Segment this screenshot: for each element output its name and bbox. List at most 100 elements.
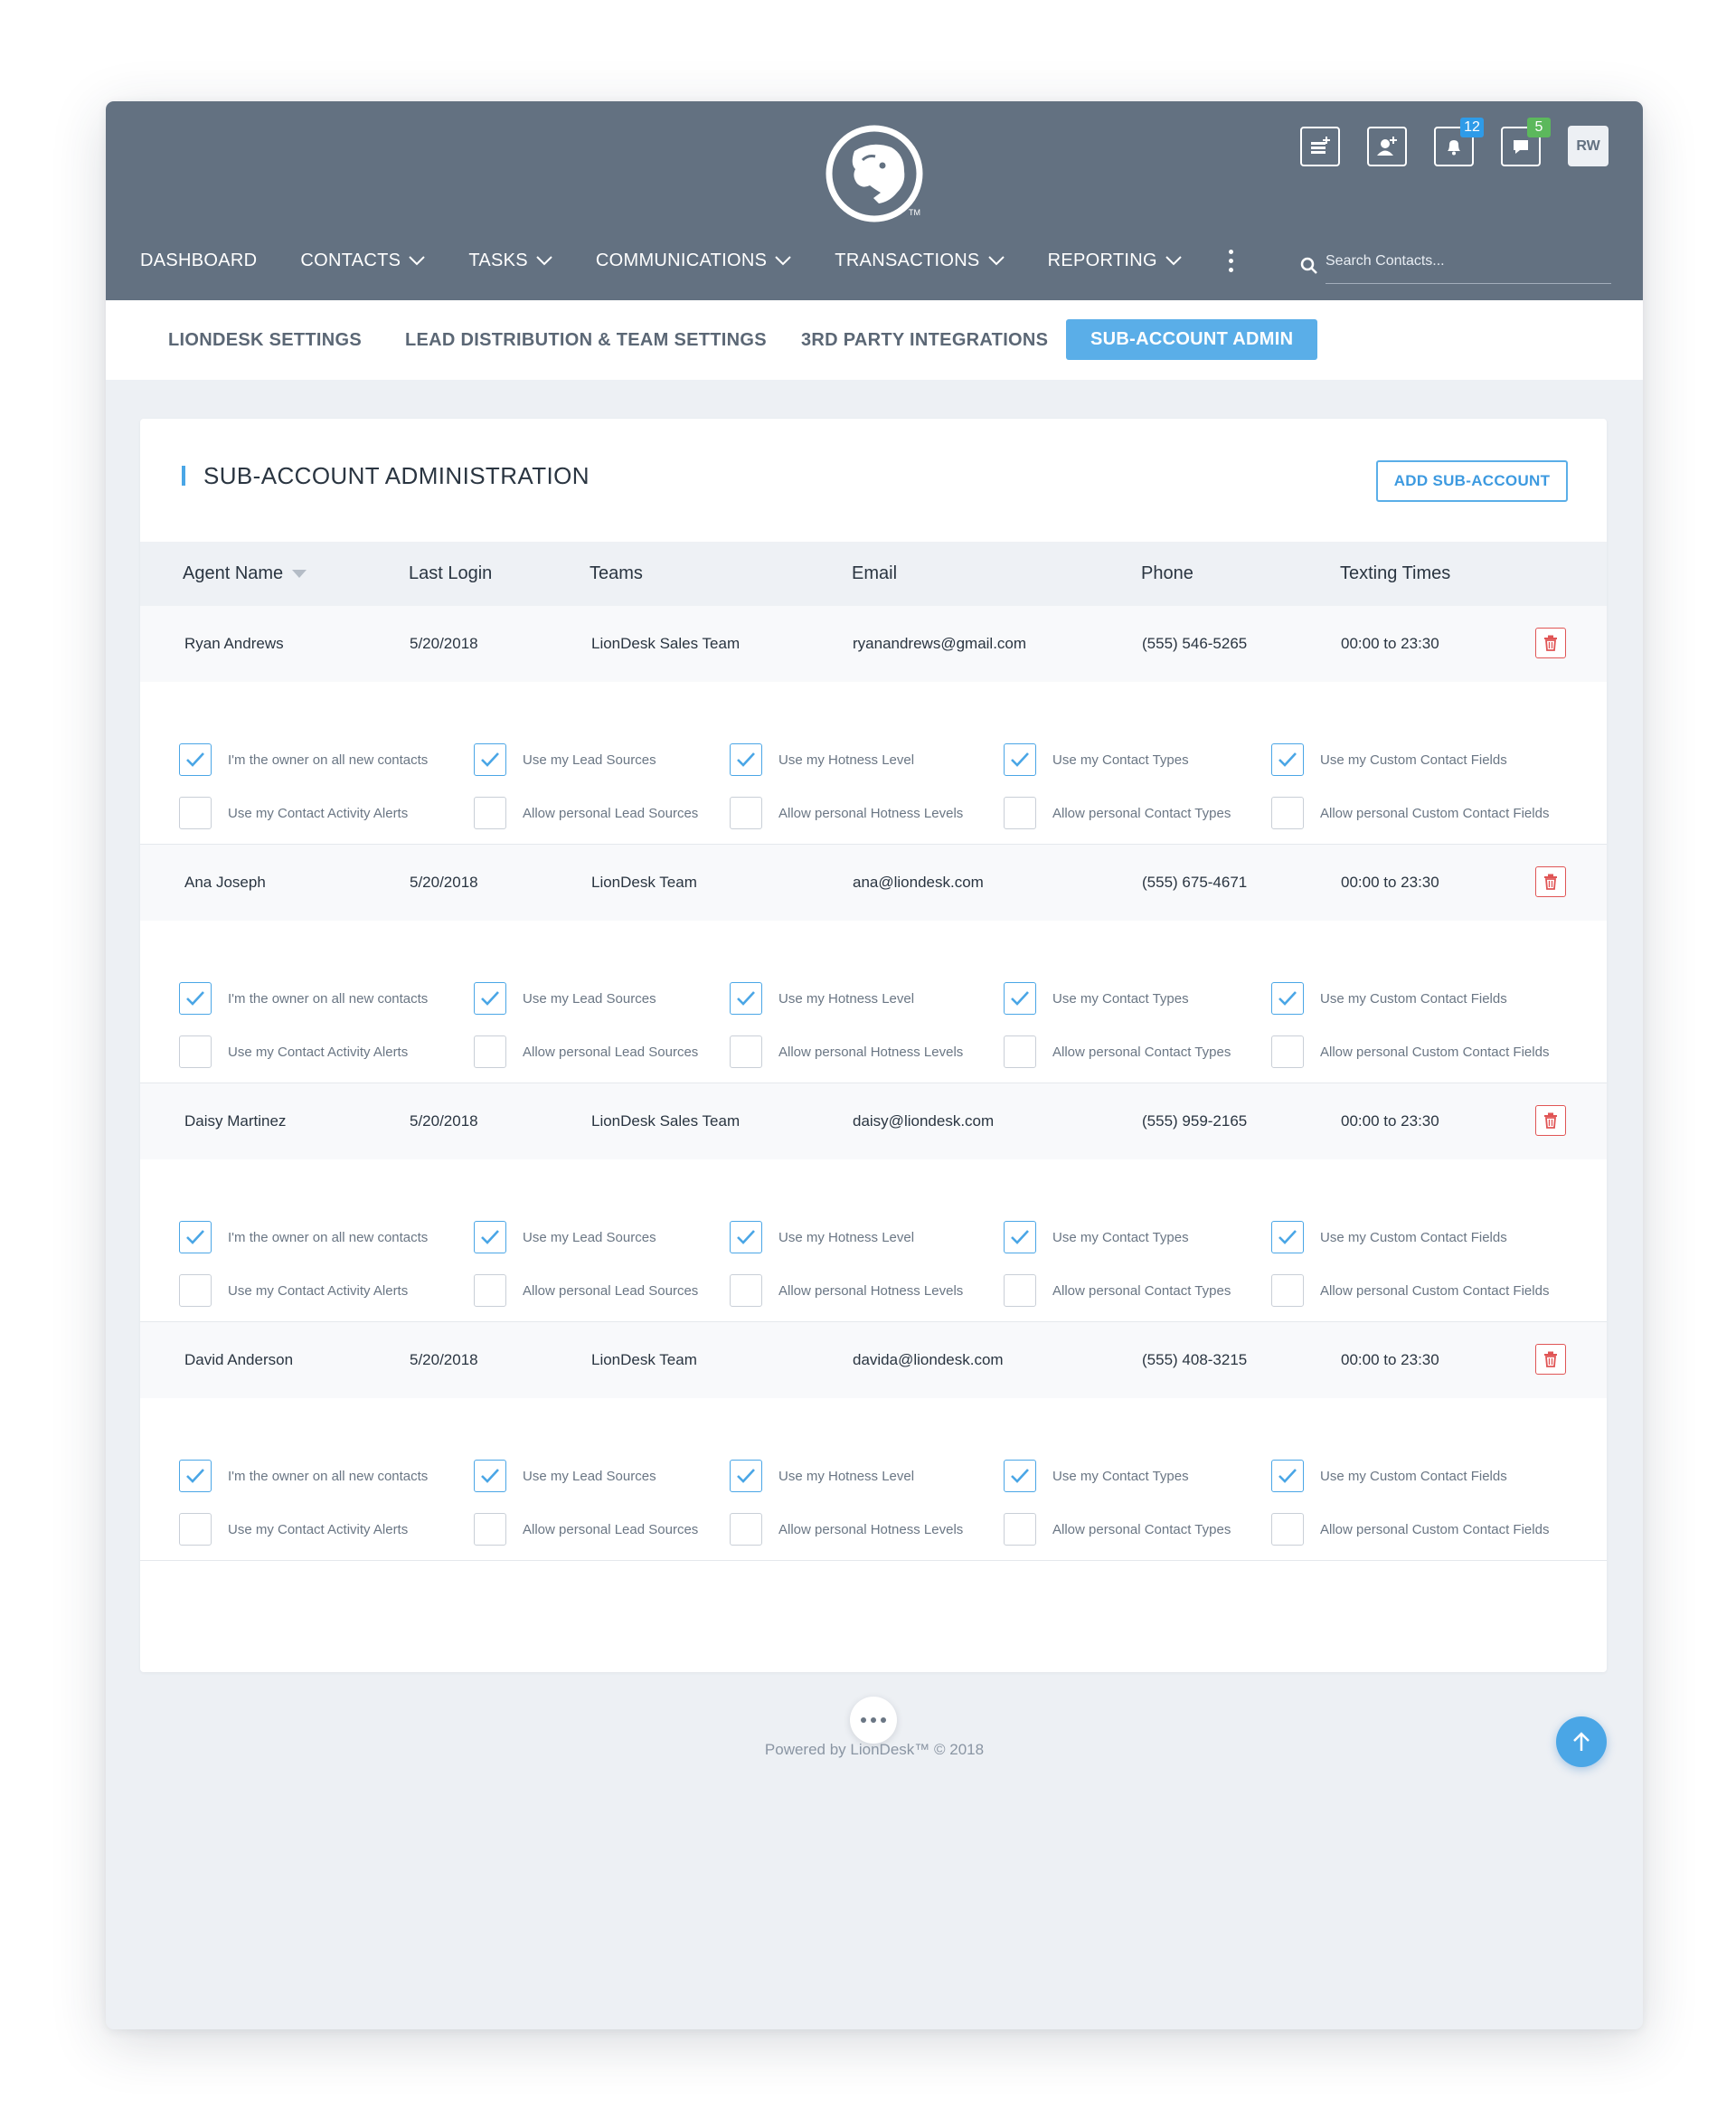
checkbox[interactable] bbox=[1271, 982, 1304, 1015]
delete-agent-button[interactable] bbox=[1535, 866, 1566, 897]
scroll-to-top-button[interactable] bbox=[1556, 1716, 1607, 1767]
option-use-lead-sources[interactable]: Use my Lead Sources bbox=[474, 743, 656, 776]
checkbox[interactable] bbox=[730, 797, 762, 829]
checkbox[interactable] bbox=[730, 1035, 762, 1068]
table-row[interactable]: Ana Joseph 5/20/2018 LionDesk Team ana@l… bbox=[140, 845, 1607, 921]
table-row[interactable]: David Anderson 5/20/2018 LionDesk Team d… bbox=[140, 1322, 1607, 1398]
option-use-contact-types[interactable]: Use my Contact Types bbox=[1004, 982, 1189, 1015]
checkbox[interactable] bbox=[1004, 1035, 1036, 1068]
option-allow-custom-fields[interactable]: Allow personal Custom Contact Fields bbox=[1271, 1513, 1549, 1546]
option-allow-hotness-levels[interactable]: Allow personal Hotness Levels bbox=[730, 797, 963, 829]
load-more-button[interactable] bbox=[850, 1697, 897, 1744]
checkbox[interactable] bbox=[1004, 1460, 1036, 1492]
checkbox[interactable] bbox=[1004, 1513, 1036, 1546]
checkbox[interactable] bbox=[730, 1274, 762, 1307]
option-allow-custom-fields[interactable]: Allow personal Custom Contact Fields bbox=[1271, 1274, 1549, 1307]
option-allow-hotness-levels[interactable]: Allow personal Hotness Levels bbox=[730, 1513, 963, 1546]
checkbox[interactable] bbox=[1004, 982, 1036, 1015]
checkbox[interactable] bbox=[730, 1513, 762, 1546]
delete-agent-button[interactable] bbox=[1535, 1105, 1566, 1136]
option-use-contact-types[interactable]: Use my Contact Types bbox=[1004, 743, 1189, 776]
checkbox[interactable] bbox=[179, 797, 212, 829]
option-allow-lead-sources[interactable]: Allow personal Lead Sources bbox=[474, 1274, 698, 1307]
checkbox[interactable] bbox=[730, 1221, 762, 1253]
checkbox[interactable] bbox=[730, 743, 762, 776]
option-use-contact-types[interactable]: Use my Contact Types bbox=[1004, 1221, 1189, 1253]
nav-tasks[interactable]: TASKS bbox=[468, 251, 552, 271]
checkbox[interactable] bbox=[474, 1513, 506, 1546]
checkbox[interactable] bbox=[179, 982, 212, 1015]
tab-sub-account-admin[interactable]: SUB-ACCOUNT ADMIN bbox=[1066, 319, 1318, 360]
option-use-hotness-level[interactable]: Use my Hotness Level bbox=[730, 1460, 914, 1492]
search-input[interactable] bbox=[1326, 246, 1611, 284]
checkbox[interactable] bbox=[1271, 1221, 1304, 1253]
option-use-activity-alerts[interactable]: Use my Contact Activity Alerts bbox=[179, 1513, 408, 1546]
option-allow-hotness-levels[interactable]: Allow personal Hotness Levels bbox=[730, 1274, 963, 1307]
delete-agent-button[interactable] bbox=[1535, 628, 1566, 658]
option-use-lead-sources[interactable]: Use my Lead Sources bbox=[474, 1221, 656, 1253]
option-use-custom-fields[interactable]: Use my Custom Contact Fields bbox=[1271, 743, 1507, 776]
add-sub-account-button[interactable]: ADD SUB-ACCOUNT bbox=[1376, 460, 1568, 502]
checkbox[interactable] bbox=[1271, 1513, 1304, 1546]
checkbox[interactable] bbox=[179, 1221, 212, 1253]
nav-reporting[interactable]: REPORTING bbox=[1048, 251, 1182, 271]
checkbox[interactable] bbox=[1271, 743, 1304, 776]
nav-communications[interactable]: COMMUNICATIONS bbox=[596, 251, 792, 271]
option-allow-lead-sources[interactable]: Allow personal Lead Sources bbox=[474, 1513, 698, 1546]
option-use-hotness-level[interactable]: Use my Hotness Level bbox=[730, 982, 914, 1015]
checkbox[interactable] bbox=[1004, 1221, 1036, 1253]
checkbox[interactable] bbox=[179, 1035, 212, 1068]
option-allow-lead-sources[interactable]: Allow personal Lead Sources bbox=[474, 1035, 698, 1068]
checkbox[interactable] bbox=[474, 982, 506, 1015]
table-row[interactable]: Ryan Andrews 5/20/2018 LionDesk Sales Te… bbox=[140, 606, 1607, 682]
checkbox[interactable] bbox=[474, 1035, 506, 1068]
option-allow-custom-fields[interactable]: Allow personal Custom Contact Fields bbox=[1271, 797, 1549, 829]
checkbox[interactable] bbox=[179, 743, 212, 776]
more-menu-icon[interactable] bbox=[1228, 249, 1234, 272]
checkbox[interactable] bbox=[1004, 797, 1036, 829]
checkbox[interactable] bbox=[474, 797, 506, 829]
option-use-lead-sources[interactable]: Use my Lead Sources bbox=[474, 1460, 656, 1492]
add-task-button[interactable] bbox=[1300, 126, 1340, 166]
option-owner-new-contacts[interactable]: I'm the owner on all new contacts bbox=[179, 743, 428, 776]
option-owner-new-contacts[interactable]: I'm the owner on all new contacts bbox=[179, 982, 428, 1015]
checkbox[interactable] bbox=[179, 1274, 212, 1307]
option-allow-custom-fields[interactable]: Allow personal Custom Contact Fields bbox=[1271, 1035, 1549, 1068]
checkbox[interactable] bbox=[730, 982, 762, 1015]
nav-dashboard[interactable]: DASHBOARD bbox=[140, 251, 257, 271]
tab-lead-distribution[interactable]: LEAD DISTRIBUTION & TEAM SETTINGS bbox=[405, 300, 767, 380]
checkbox[interactable] bbox=[1271, 1460, 1304, 1492]
option-owner-new-contacts[interactable]: I'm the owner on all new contacts bbox=[179, 1460, 428, 1492]
option-use-hotness-level[interactable]: Use my Hotness Level bbox=[730, 1221, 914, 1253]
add-contact-button[interactable] bbox=[1367, 126, 1407, 166]
option-use-hotness-level[interactable]: Use my Hotness Level bbox=[730, 743, 914, 776]
column-agent-name[interactable]: Agent Name bbox=[183, 542, 307, 606]
nav-contacts[interactable]: CONTACTS bbox=[300, 251, 426, 271]
checkbox[interactable] bbox=[730, 1460, 762, 1492]
notifications-button[interactable]: 12 bbox=[1434, 117, 1484, 166]
option-use-lead-sources[interactable]: Use my Lead Sources bbox=[474, 982, 656, 1015]
checkbox[interactable] bbox=[179, 1513, 212, 1546]
checkbox[interactable] bbox=[474, 1460, 506, 1492]
option-owner-new-contacts[interactable]: I'm the owner on all new contacts bbox=[179, 1221, 428, 1253]
table-row[interactable]: Daisy Martinez 5/20/2018 LionDesk Sales … bbox=[140, 1083, 1607, 1159]
checkbox[interactable] bbox=[474, 743, 506, 776]
option-allow-contact-types[interactable]: Allow personal Contact Types bbox=[1004, 797, 1231, 829]
checkbox[interactable] bbox=[1271, 1035, 1304, 1068]
checkbox[interactable] bbox=[179, 1460, 212, 1492]
option-use-activity-alerts[interactable]: Use my Contact Activity Alerts bbox=[179, 1035, 408, 1068]
checkbox[interactable] bbox=[1271, 797, 1304, 829]
option-allow-contact-types[interactable]: Allow personal Contact Types bbox=[1004, 1513, 1231, 1546]
option-allow-contact-types[interactable]: Allow personal Contact Types bbox=[1004, 1035, 1231, 1068]
delete-agent-button[interactable] bbox=[1535, 1344, 1566, 1375]
checkbox[interactable] bbox=[1004, 743, 1036, 776]
nav-transactions[interactable]: TRANSACTIONS bbox=[835, 251, 1005, 271]
option-allow-contact-types[interactable]: Allow personal Contact Types bbox=[1004, 1274, 1231, 1307]
messages-button[interactable]: 5 bbox=[1501, 117, 1551, 166]
option-use-activity-alerts[interactable]: Use my Contact Activity Alerts bbox=[179, 797, 408, 829]
checkbox[interactable] bbox=[474, 1221, 506, 1253]
option-use-activity-alerts[interactable]: Use my Contact Activity Alerts bbox=[179, 1274, 408, 1307]
option-use-custom-fields[interactable]: Use my Custom Contact Fields bbox=[1271, 982, 1507, 1015]
option-use-contact-types[interactable]: Use my Contact Types bbox=[1004, 1460, 1189, 1492]
option-use-custom-fields[interactable]: Use my Custom Contact Fields bbox=[1271, 1460, 1507, 1492]
